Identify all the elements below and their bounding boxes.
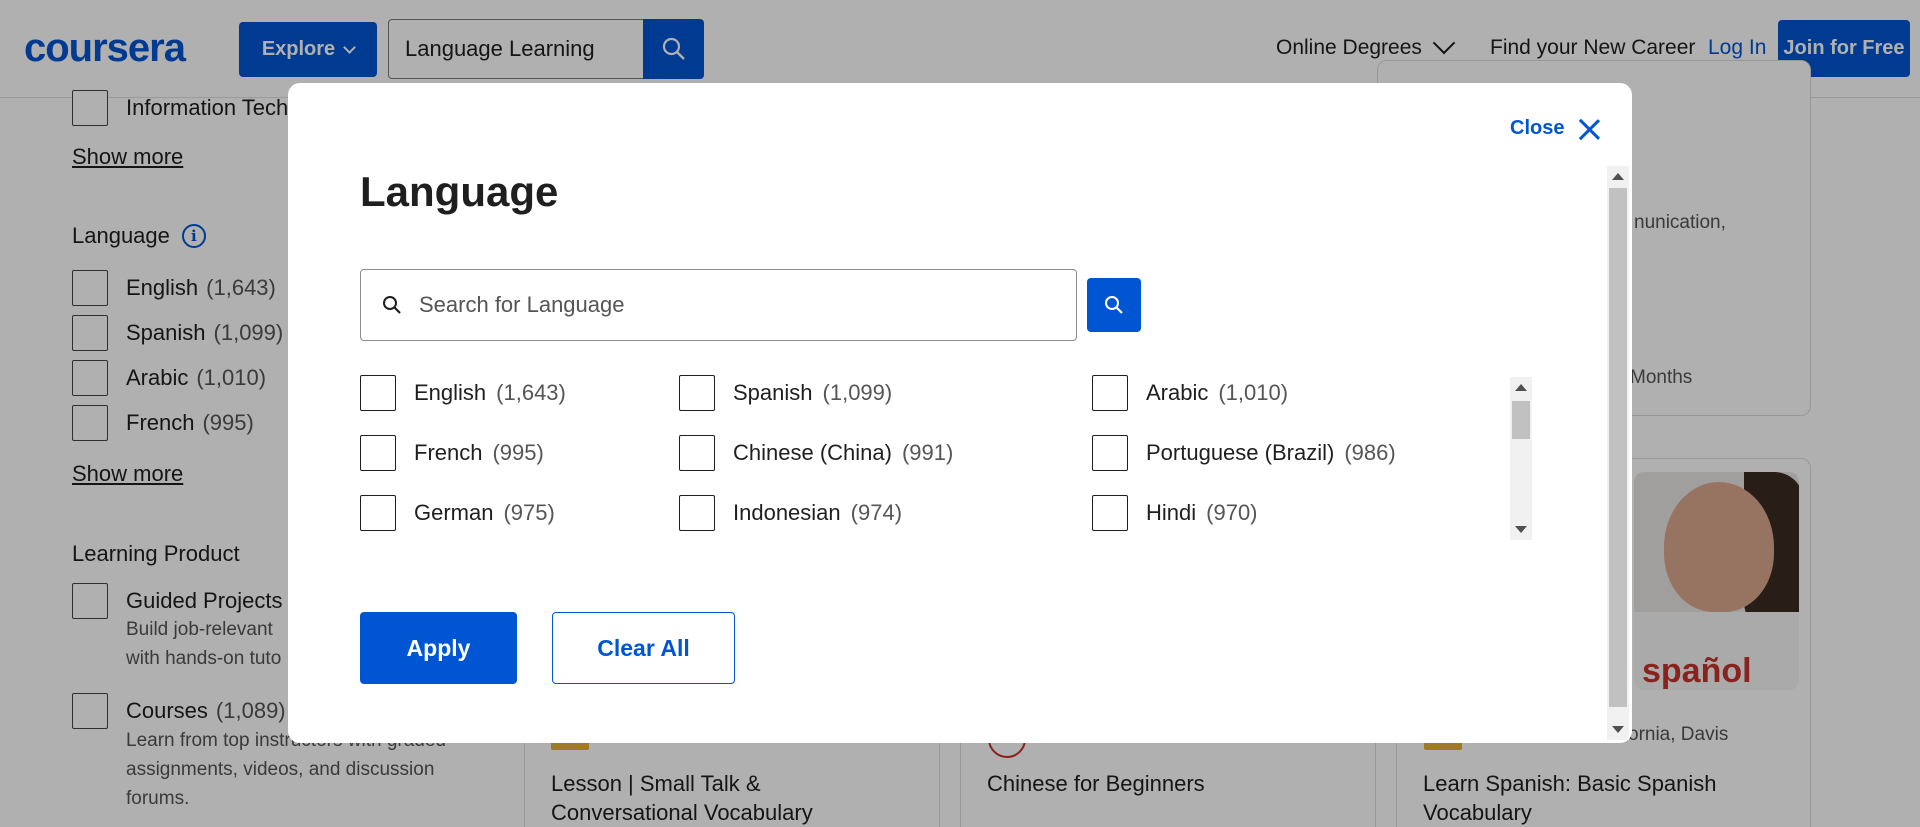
close-button[interactable]: Close [1510, 117, 1600, 140]
language-filter-modal: Close Language Search for Language Engli… [288, 83, 1632, 743]
modal-title: Language [360, 168, 559, 215]
language-option-german[interactable]: German (975) [360, 495, 555, 531]
scroll-down-arrow-icon[interactable] [1515, 526, 1527, 533]
option-label: English [414, 380, 487, 405]
scroll-up-arrow-icon[interactable] [1515, 384, 1527, 391]
option-count: (974) [850, 500, 903, 525]
option-count: (986) [1344, 440, 1396, 465]
option-label: Chinese (China) [733, 440, 892, 465]
search-icon [1105, 296, 1123, 314]
language-option-english[interactable]: English (1,643) [360, 375, 566, 411]
options-scrollbar[interactable] [1510, 377, 1532, 540]
option-label: Portuguese (Brazil) [1146, 440, 1335, 465]
option-count: (1,643) [496, 380, 566, 405]
language-option-french[interactable]: French (995) [360, 435, 544, 471]
language-option-indonesian[interactable]: Indonesian (974) [679, 495, 902, 531]
close-icon [1578, 118, 1600, 140]
modal-scrollbar[interactable] [1607, 166, 1629, 740]
language-option-portuguese-brazil[interactable]: Portuguese (Brazil) (986) [1092, 435, 1396, 471]
close-label: Close [1510, 117, 1565, 139]
checkbox[interactable] [679, 375, 715, 411]
language-option-arabic[interactable]: Arabic (1,010) [1092, 375, 1288, 411]
option-count: (991) [901, 440, 954, 465]
option-count: (1,099) [822, 380, 893, 405]
language-search-field[interactable]: Search for Language [360, 269, 1141, 341]
option-count: (995) [492, 440, 544, 465]
option-count: (975) [503, 500, 555, 525]
language-option-chinese-china[interactable]: Chinese (China) (991) [679, 435, 953, 471]
checkbox[interactable] [1092, 435, 1128, 471]
option-label: Spanish [733, 380, 813, 405]
option-label: Indonesian [733, 500, 841, 525]
option-count: (970) [1206, 500, 1258, 525]
checkbox[interactable] [679, 435, 715, 471]
option-label: French [414, 440, 483, 465]
scroll-down-arrow-icon[interactable] [1612, 726, 1624, 733]
option-label: Hindi [1146, 500, 1197, 525]
scroll-up-arrow-icon[interactable] [1612, 173, 1624, 180]
option-label: German [414, 500, 494, 525]
search-icon [383, 296, 401, 314]
language-option-hindi[interactable]: Hindi (970) [1092, 495, 1258, 531]
option-label: Arabic [1146, 380, 1209, 405]
apply-button[interactable]: Apply [360, 612, 517, 684]
option-count: (1,010) [1218, 380, 1289, 405]
checkbox[interactable] [360, 435, 396, 471]
checkbox[interactable] [360, 495, 396, 531]
search-placeholder: Search for Language [419, 292, 625, 317]
language-options-list: English (1,643) Spanish (1,099) Arabic (… [360, 375, 1535, 537]
checkbox[interactable] [679, 495, 715, 531]
language-option-spanish[interactable]: Spanish (1,099) [679, 375, 892, 411]
clear-all-button[interactable]: Clear All [552, 612, 735, 684]
scrollbar-thumb[interactable] [1609, 188, 1627, 707]
checkbox[interactable] [1092, 495, 1128, 531]
language-search-button[interactable] [1087, 278, 1141, 332]
checkbox[interactable] [360, 375, 396, 411]
checkbox[interactable] [1092, 375, 1128, 411]
scrollbar-thumb[interactable] [1512, 401, 1530, 439]
